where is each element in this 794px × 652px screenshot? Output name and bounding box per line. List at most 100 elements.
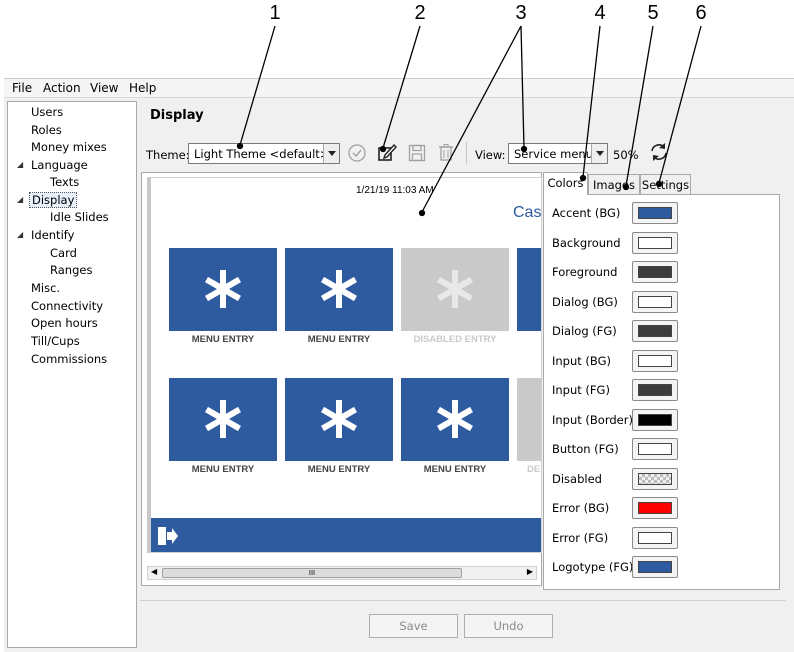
menu-entry-tile[interactable]	[285, 248, 393, 331]
menu-entry-tile[interactable]	[169, 248, 277, 331]
color-picker-button[interactable]	[632, 231, 678, 254]
color-swatch	[638, 502, 672, 514]
color-swatch	[638, 236, 672, 249]
preview-footer-bar	[151, 518, 541, 552]
sidebar-item-misc[interactable]: Misc.	[31, 281, 60, 295]
trash-icon[interactable]	[436, 143, 456, 163]
expand-arrow-icon[interactable]: ◢	[17, 195, 23, 204]
sidebar-item-identify[interactable]: Identify	[31, 228, 74, 242]
sidebar-item-users[interactable]: Users	[31, 105, 63, 119]
menu-entry-tile[interactable]	[285, 378, 393, 461]
expand-arrow-icon[interactable]: ◢	[17, 230, 23, 239]
color-label: Error (FG)	[552, 530, 609, 545]
tab-colors[interactable]: Colors	[543, 172, 588, 195]
callout-3: 3	[515, 2, 527, 24]
color-picker-button[interactable]	[632, 379, 678, 401]
color-picker-button[interactable]	[632, 290, 678, 313]
asterisk-icon	[205, 270, 241, 308]
save-button[interactable]: Save	[369, 614, 458, 638]
asterisk-icon	[321, 400, 357, 438]
sidebar-item-till-cups[interactable]: Till/Cups	[31, 334, 80, 348]
color-label: Error (BG)	[552, 501, 610, 515]
theme-select[interactable]: Light Theme <default>	[188, 143, 340, 164]
preview-panel: 1/21/19 11:03 AM Cash MENU ENTRY MENU EN…	[141, 172, 542, 586]
color-label: Accent (BG)	[552, 206, 621, 220]
refresh-icon[interactable]	[649, 142, 669, 162]
expand-arrow-icon[interactable]: ◢	[17, 160, 23, 169]
color-picker-button[interactable]	[632, 556, 678, 578]
view-select[interactable]: Service menu	[508, 143, 608, 164]
scroll-thumb[interactable]: III	[162, 568, 462, 578]
color-picker-button[interactable]	[632, 320, 678, 342]
disabled-entry-label: DISABLED ENTRY	[413, 334, 497, 345]
color-picker-button[interactable]	[632, 467, 678, 490]
edit-icon[interactable]	[377, 143, 397, 163]
theme-label: Theme:	[146, 148, 190, 162]
menu-entry-label: MENU ENTRY	[307, 334, 371, 345]
color-label: Dialog (BG)	[552, 294, 618, 309]
callout-1: 1	[269, 2, 281, 24]
color-label: Background	[552, 235, 621, 250]
chevron-down-icon[interactable]	[591, 144, 607, 163]
app-window: File Action View Help Users Roles Money …	[4, 78, 794, 652]
menu-action[interactable]: Action	[43, 81, 81, 95]
color-picker-button[interactable]	[632, 438, 678, 460]
color-picker-button[interactable]	[632, 526, 678, 549]
sidebar-item-roles[interactable]: Roles	[31, 123, 62, 137]
menu-entry-label: MENU ENTRY	[191, 464, 255, 475]
color-label: Logotype (FG)	[552, 560, 634, 574]
menu-view[interactable]: View	[90, 81, 118, 95]
callout-6: 6	[695, 2, 707, 24]
disabled-entry-tile[interactable]	[517, 378, 541, 461]
color-swatch	[638, 266, 672, 278]
scroll-left-icon[interactable]: ◀	[151, 567, 157, 576]
disabled-entry-label: DE	[527, 464, 541, 475]
color-swatch	[638, 413, 672, 426]
scroll-right-icon[interactable]: ▶	[527, 567, 533, 576]
preview-datetime: 1/21/19 11:03 AM	[356, 185, 434, 196]
sidebar-item-money-mixes[interactable]: Money mixes	[31, 140, 107, 154]
sidebar-item-connectivity[interactable]: Connectivity	[31, 299, 103, 313]
menu-entry-tile[interactable]	[401, 378, 509, 461]
callout-4: 4	[594, 2, 606, 24]
sidebar-item-commissions[interactable]: Commissions	[31, 352, 107, 366]
view-select-value: Service menu	[514, 147, 594, 161]
color-picker-button[interactable]	[632, 349, 678, 372]
sidebar-item-display[interactable]: Display	[29, 192, 78, 208]
color-swatch	[638, 561, 672, 573]
menu-help[interactable]: Help	[129, 81, 156, 95]
sidebar-item-open-hours[interactable]: Open hours	[31, 316, 98, 330]
menu-file[interactable]: File	[12, 81, 32, 95]
theme-select-value: Light Theme <default>	[194, 147, 330, 161]
color-picker-button[interactable]	[632, 497, 678, 519]
color-picker-button[interactable]	[632, 408, 678, 431]
tab-images[interactable]: Images	[588, 174, 640, 195]
color-label: Button (FG)	[552, 442, 619, 456]
color-swatch	[638, 354, 672, 367]
asterisk-icon	[437, 270, 473, 308]
preview-canvas: 1/21/19 11:03 AM Cash MENU ENTRY MENU EN…	[147, 177, 542, 553]
check-circle-icon[interactable]	[347, 143, 367, 163]
sidebar-item-idle-slides[interactable]: Idle Slides	[50, 210, 109, 224]
chevron-down-icon[interactable]	[323, 144, 339, 163]
disabled-entry-tile[interactable]	[401, 248, 509, 331]
logout-icon[interactable]	[157, 526, 179, 546]
asterisk-icon	[321, 270, 357, 308]
menubar: File Action View Help	[4, 79, 794, 98]
menu-entry-tile[interactable]	[517, 248, 541, 331]
tab-settings[interactable]: Settings	[640, 174, 691, 195]
preview-horizontal-scrollbar[interactable]: ◀ III ▶	[147, 566, 537, 580]
sidebar-item-language[interactable]: Language	[31, 158, 88, 172]
color-picker-button[interactable]	[632, 261, 678, 283]
color-picker-button[interactable]	[632, 202, 678, 224]
undo-button[interactable]: Undo	[464, 614, 553, 638]
sidebar-item-card[interactable]: Card	[50, 246, 77, 260]
color-swatch	[638, 295, 672, 308]
save-icon[interactable]	[407, 143, 427, 163]
color-label: Input (FG)	[552, 383, 610, 397]
color-swatch	[638, 325, 672, 337]
color-swatch	[638, 443, 672, 455]
sidebar-item-ranges[interactable]: Ranges	[50, 263, 92, 277]
sidebar-item-texts[interactable]: Texts	[50, 175, 79, 189]
menu-entry-tile[interactable]	[169, 378, 277, 461]
